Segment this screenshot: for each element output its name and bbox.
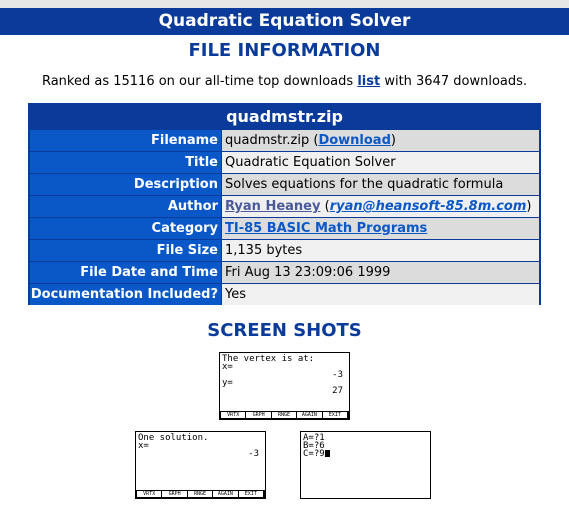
page-title: Quadratic Equation Solver (0, 8, 569, 35)
screen-value: 27 (332, 386, 343, 396)
softkey-exit: EXIT (322, 412, 348, 418)
top-strip (0, 0, 569, 8)
rank-prefix: Ranked as 15116 on our all-time top down… (41, 74, 358, 89)
title-row: Title Quadratic Equation Solver (30, 152, 539, 173)
softkey-vrtx: VRTX (137, 491, 162, 497)
file-date-label: File Date and Time (30, 262, 221, 283)
filename-label: Filename (30, 130, 221, 151)
screen-line-text: C=?9 (303, 449, 325, 459)
screen-line: The vertex is at: (222, 354, 315, 364)
screen-value: -3 (248, 449, 259, 459)
screen-line: x= (222, 362, 233, 372)
filename-row: Filename quadmstr.zip (Download) (30, 130, 539, 151)
filename-value: quadmstr.zip (Download) (222, 130, 539, 151)
softkey-exit: EXIT (238, 491, 264, 497)
author-value: Ryan Heaney (ryan@heansoft-85.8m.com) (222, 196, 539, 217)
file-info-table-title: quadmstr.zip (226, 107, 343, 126)
screen-line: y= (222, 378, 233, 388)
file-date-value: Fri Aug 13 23:09:06 1999 (222, 262, 539, 283)
softkey-again: AGAIN (297, 412, 322, 418)
file-size-row: File Size 1,135 bytes (30, 240, 539, 261)
download-link[interactable]: Download (318, 133, 390, 148)
paren-close: ) (526, 199, 532, 214)
author-row: Author Ryan Heaney (ryan@heansoft-85.8m.… (30, 196, 539, 217)
author-link[interactable]: Ryan Heaney (225, 199, 320, 214)
top-downloads-list-link[interactable]: list (357, 74, 380, 89)
category-label: Category (30, 218, 221, 239)
description-row: Description Solves equations for the qua… (30, 174, 539, 195)
documentation-row: Documentation Included? Yes (30, 284, 539, 305)
title-label: Title (30, 152, 221, 173)
paren-close: ) (390, 133, 396, 148)
file-date-row: File Date and Time Fri Aug 13 23:09:06 1… (30, 262, 539, 283)
softkey-rnge: RNGE (187, 491, 213, 497)
softkey-bar: VRTX GRPH RNGE AGAIN EXIT (220, 411, 349, 419)
file-info-table: quadmstr.zip Filename quadmstr.zip (Down… (28, 103, 541, 305)
softkey-vrtx: VRTX (221, 412, 246, 418)
softkey-grph: GRPH (162, 491, 187, 497)
softkey-bar: VRTX GRPH RNGE AGAIN EXIT (136, 490, 265, 498)
screen-shots-heading: SCREEN SHOTS (207, 320, 362, 341)
screen-value: -3 (332, 370, 343, 380)
calculator-screenshot-one-solution: One solution. x= -3 VRTX GRPH RNGE AGAIN… (135, 431, 266, 499)
description-label: Description (30, 174, 221, 195)
softkey-rnge: RNGE (271, 412, 297, 418)
file-information-heading: FILE INFORMATION (188, 40, 381, 61)
softkey-grph: GRPH (246, 412, 271, 418)
rank-suffix: with 3647 downloads. (380, 74, 528, 89)
author-email-link[interactable]: ryan@heansoft-85.8m.com (330, 199, 527, 214)
download-rank-text: Ranked as 15116 on our all-time top down… (0, 74, 569, 89)
screen-line: x= (138, 441, 149, 451)
calculator-screenshot-input: A=?1 B=?6 C=?9 (300, 431, 431, 499)
category-value: TI-85 BASIC Math Programs (222, 218, 539, 239)
file-size-label: File Size (30, 240, 221, 261)
category-row: Category TI-85 BASIC Math Programs (30, 218, 539, 239)
author-label: Author (30, 196, 221, 217)
softkey-again: AGAIN (213, 491, 238, 497)
category-link[interactable]: TI-85 BASIC Math Programs (225, 221, 427, 236)
documentation-value: Yes (222, 284, 539, 305)
title-value: Quadratic Equation Solver (222, 152, 539, 173)
documentation-label: Documentation Included? (30, 284, 221, 305)
calculator-screenshot-vertex: The vertex is at: x= -3 y= 27 VRTX GRPH … (219, 352, 350, 420)
paren-open: ( (320, 199, 330, 214)
description-value: Solves equations for the quadratic formu… (222, 174, 539, 195)
file-size-value: 1,135 bytes (222, 240, 539, 261)
filename-text: quadmstr.zip (225, 133, 310, 148)
cursor-block-icon (324, 450, 330, 457)
screen-line: C=?9 (303, 450, 330, 459)
